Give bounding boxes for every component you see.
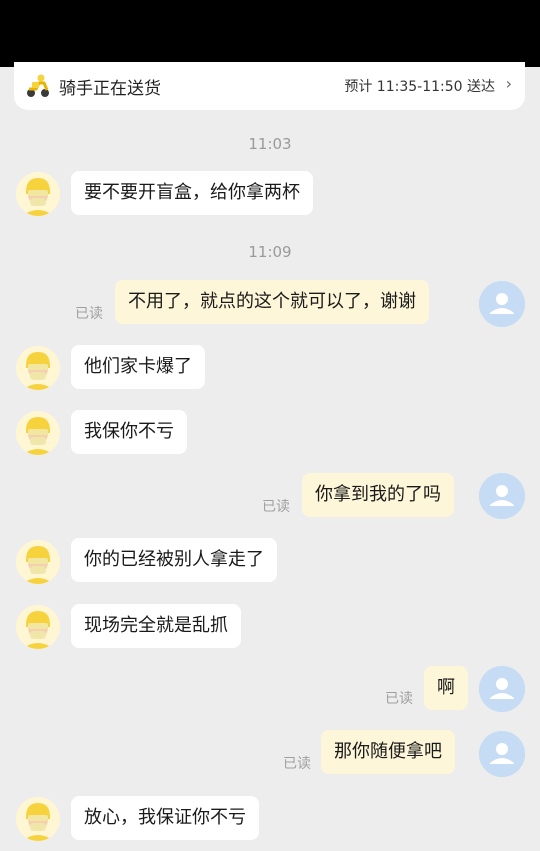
rider-avatar[interactable] [16, 411, 60, 455]
message-bubble-me: 那你随便拿吧 [321, 730, 455, 774]
message-bubble-rider: 放心，我保证你不亏 [71, 796, 259, 840]
message-bubble-me: 啊 [424, 666, 468, 710]
delivery-status-card[interactable]: 骑手正在送货 预计 11:35-11:50 送达 › [14, 62, 525, 110]
message-bubble-me: 你拿到我的了吗 [302, 473, 454, 517]
rider-helmet-avatar-icon [16, 540, 60, 584]
read-receipt: 已读 [75, 306, 103, 322]
chevron-right-icon[interactable]: › [506, 74, 512, 93]
rider-avatar[interactable] [16, 540, 60, 584]
default-user-avatar-icon [479, 666, 525, 712]
message-bubble-rider: 现场完全就是乱抓 [71, 604, 241, 648]
read-receipt: 已读 [262, 499, 290, 515]
eta-text: 预计 11:35-11:50 送达 [344, 79, 495, 95]
my-avatar[interactable] [479, 281, 525, 327]
read-receipt: 已读 [283, 756, 311, 772]
message-bubble-rider: 我保你不亏 [71, 410, 187, 454]
message-bubble-me: 不用了，就点的这个就可以了，谢谢 [115, 280, 429, 324]
rider-avatar[interactable] [16, 346, 60, 390]
scooter-rider-icon [24, 72, 52, 100]
my-avatar[interactable] [479, 473, 525, 519]
rider-avatar[interactable] [16, 172, 60, 216]
rider-helmet-avatar-icon [16, 411, 60, 455]
timestamp: 11:09 [248, 243, 292, 261]
timestamp: 11:03 [248, 135, 292, 153]
read-receipt: 已读 [385, 691, 413, 707]
message-bubble-rider: 他们家卡爆了 [71, 345, 205, 389]
rider-helmet-avatar-icon [16, 797, 60, 841]
message-bubble-rider: 你的已经被别人拿走了 [71, 538, 277, 582]
default-user-avatar-icon [479, 281, 525, 327]
my-avatar[interactable] [479, 666, 525, 712]
top-black-bar [0, 0, 540, 67]
my-avatar[interactable] [479, 731, 525, 777]
default-user-avatar-icon [479, 473, 525, 519]
rider-helmet-avatar-icon [16, 172, 60, 216]
rider-avatar[interactable] [16, 797, 60, 841]
rider-helmet-avatar-icon [16, 605, 60, 649]
rider-helmet-avatar-icon [16, 346, 60, 390]
delivery-status-text: 骑手正在送货 [59, 79, 161, 99]
default-user-avatar-icon [479, 731, 525, 777]
message-bubble-rider: 要不要开盲盒，给你拿两杯 [71, 171, 313, 215]
rider-avatar[interactable] [16, 605, 60, 649]
